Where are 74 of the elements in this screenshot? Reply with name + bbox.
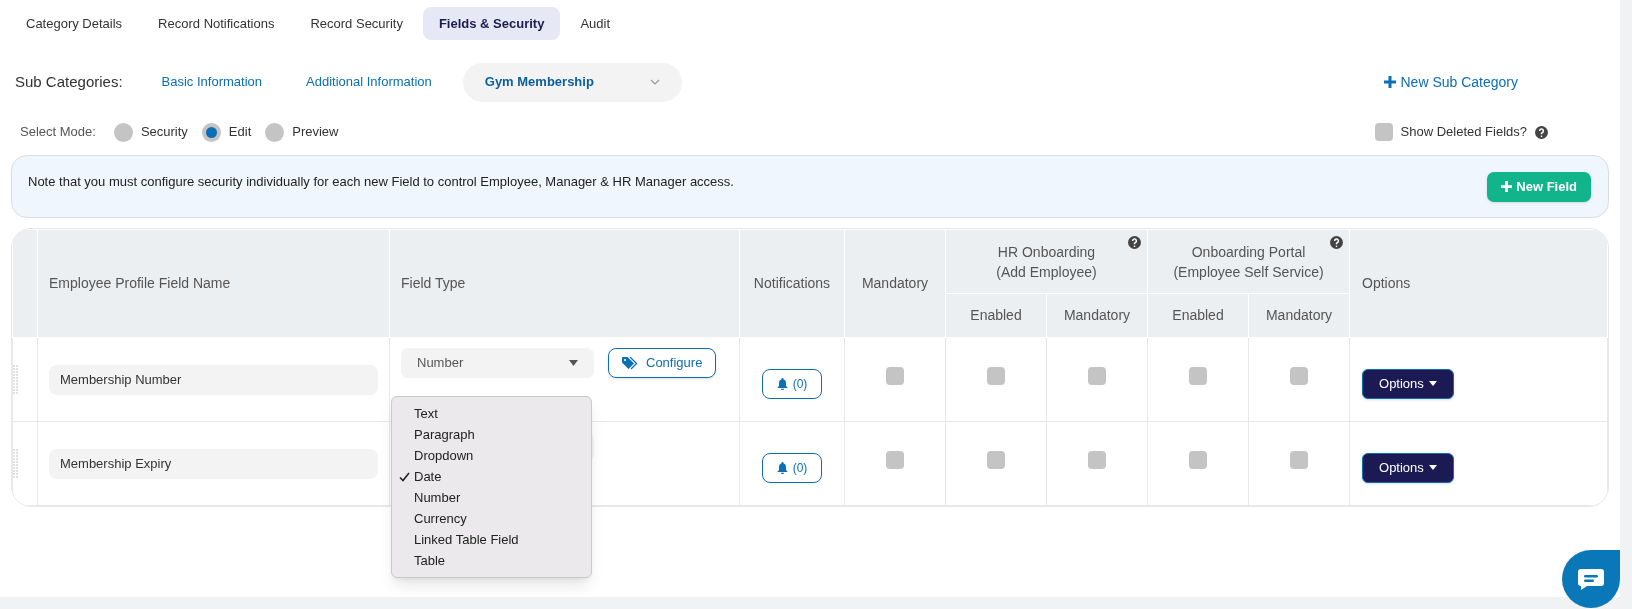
radio-button[interactable]: [265, 122, 285, 142]
checkbox[interactable]: [1189, 451, 1207, 469]
new-sub-category-link[interactable]: New Sub Category: [1384, 71, 1518, 93]
checkbox[interactable]: [1088, 451, 1106, 469]
menu-item[interactable]: Linked Table Field: [392, 529, 591, 550]
options-button[interactable]: Options: [1362, 368, 1454, 399]
checkbox[interactable]: [1290, 451, 1308, 469]
column-header: Onboarding Portal (Employee Self Service): [1173, 243, 1324, 280]
field-name-input[interactable]: Membership Expiry: [49, 448, 378, 479]
caret-icon: [1428, 381, 1437, 386]
column-header: Mandatory: [861, 275, 929, 291]
sub-category-link[interactable]: Additional Information: [289, 72, 449, 92]
menu-item[interactable]: Text: [392, 403, 591, 424]
plus-icon: [1501, 181, 1513, 192]
bell-icon: [776, 377, 788, 390]
menu-item[interactable]: Date: [392, 466, 591, 487]
tab[interactable]: Fields & Security: [422, 7, 561, 40]
checkbox[interactable]: [1374, 123, 1393, 141]
menu-item[interactable]: Table: [392, 550, 591, 571]
drag-handle-icon[interactable]: [13, 364, 18, 395]
checkbox[interactable]: [886, 451, 904, 469]
menu-item[interactable]: Paragraph: [392, 424, 591, 445]
chat-button[interactable]: [1562, 550, 1620, 608]
notifications-button[interactable]: (0): [761, 368, 823, 399]
sub-categories-label: Sub Categories:: [15, 71, 123, 92]
checkbox[interactable]: [987, 451, 1005, 469]
checkbox[interactable]: [886, 367, 904, 385]
tab[interactable]: Category Details: [10, 7, 139, 40]
column-header: Field Type: [401, 275, 466, 291]
checkbox[interactable]: [987, 367, 1005, 385]
caret-icon: [1428, 465, 1437, 470]
drag-handle-icon[interactable]: [13, 448, 18, 479]
radio-label: Security: [140, 123, 188, 142]
sub-category-link[interactable]: Basic Information: [144, 72, 279, 92]
radio-label: Edit: [228, 123, 252, 142]
caret-icon: [569, 360, 578, 366]
column-header: HR Onboarding (Add Employee): [996, 243, 1097, 280]
help-icon: [1128, 236, 1141, 249]
field-name-input[interactable]: Membership Number: [49, 364, 378, 395]
chevron-down-icon: [649, 79, 660, 85]
radio-button[interactable]: [201, 122, 221, 142]
column-header: Mandatory: [1265, 307, 1333, 323]
checkbox-label: Show Deleted Fields?: [1400, 123, 1527, 142]
checkmark-icon: [399, 471, 410, 482]
sub-category-dropdown[interactable]: Gym Membership: [462, 62, 682, 102]
help-icon: [1535, 125, 1548, 139]
menu-item[interactable]: Currency: [392, 508, 591, 529]
column-header: Mandatory: [1063, 307, 1131, 323]
note-text: Note that you must configure security individually for each new Field to control Employee, Manager & HR Manager access.: [28, 172, 734, 191]
column-header: Enabled: [1172, 307, 1224, 323]
tab[interactable]: Audit: [564, 7, 627, 40]
select-mode-label: Select Mode:: [20, 123, 96, 142]
options-button[interactable]: Options: [1362, 452, 1454, 483]
bell-icon: [776, 461, 788, 474]
notifications-button[interactable]: (0): [761, 452, 823, 483]
checkbox[interactable]: [1189, 367, 1207, 385]
radio-label: Preview: [292, 123, 339, 142]
column-header: Enabled: [970, 307, 1022, 323]
column-header: Options: [1362, 275, 1411, 291]
checkbox[interactable]: [1088, 367, 1106, 385]
menu-item[interactable]: Dropdown: [392, 445, 591, 466]
configure-button[interactable]: Configure: [608, 348, 717, 378]
chat-icon: [1577, 568, 1605, 590]
column-header: Employee Profile Field Name: [49, 275, 231, 291]
field-type-select[interactable]: Number: [401, 348, 594, 378]
tags-icon: [622, 356, 638, 370]
help-icon: [1330, 236, 1344, 249]
tab[interactable]: Record Notifications: [142, 7, 291, 40]
menu-item[interactable]: Number: [392, 487, 591, 508]
column-header: Notifications: [753, 275, 831, 291]
checkbox[interactable]: [1290, 367, 1308, 385]
plus-icon: [1384, 76, 1397, 88]
tab[interactable]: Record Security: [294, 7, 419, 40]
radio-button[interactable]: [113, 122, 133, 142]
